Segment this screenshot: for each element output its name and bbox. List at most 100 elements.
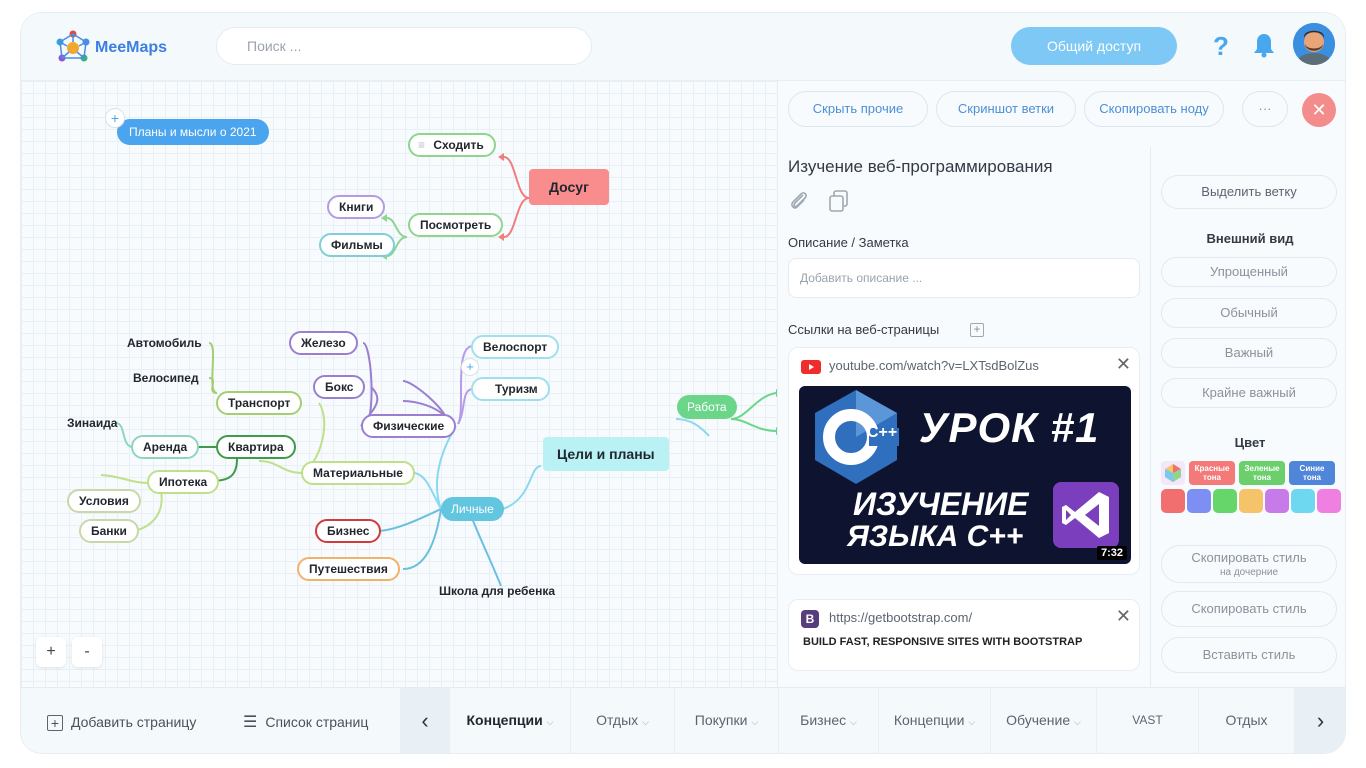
tab-rest-2[interactable]: Отдых bbox=[1198, 688, 1294, 753]
preset-green-l1: Зеленые bbox=[1244, 464, 1280, 473]
swatch-indigo[interactable] bbox=[1187, 489, 1211, 513]
search-input[interactable]: Поиск ... bbox=[216, 27, 592, 65]
preset-red[interactable]: Красные тона bbox=[1189, 461, 1235, 485]
remove-link-icon[interactable]: ✕ bbox=[1116, 606, 1131, 627]
avatar[interactable] bbox=[1293, 23, 1335, 65]
tab-purchases[interactable]: Покупки ⌵ bbox=[674, 688, 778, 753]
tab-education[interactable]: Обучение ⌵ bbox=[990, 688, 1096, 753]
node-rent[interactable]: Аренда bbox=[131, 435, 200, 459]
node-cycling[interactable]: Велоспорт bbox=[471, 335, 560, 359]
link-url-bootstrap[interactable]: https://getbootstrap.com/ bbox=[829, 610, 972, 625]
tab-concepts-2[interactable]: Концепции ⌵ bbox=[878, 688, 990, 753]
swatch-purple[interactable] bbox=[1265, 489, 1289, 513]
node-center[interactable]: Цели и планы bbox=[543, 437, 669, 471]
copy-style-children-button[interactable]: Скопировать стиль на дочерние bbox=[1161, 545, 1337, 583]
link-caption: BUILD FAST, RESPONSIVE SITES WITH BOOTST… bbox=[803, 636, 1083, 648]
palette-icon[interactable] bbox=[1161, 461, 1185, 485]
node-go-out-label: Сходить bbox=[433, 138, 484, 152]
brand-name: MeeMaps bbox=[95, 39, 168, 56]
select-branch-button[interactable]: Выделить ветку bbox=[1161, 175, 1337, 209]
node-zinaida[interactable]: Зинаида bbox=[67, 416, 117, 430]
node-personal[interactable]: Личные bbox=[441, 497, 504, 521]
node-material[interactable]: Материальные bbox=[301, 461, 415, 485]
copy-node-button[interactable]: Скопировать ноду bbox=[1084, 91, 1224, 127]
hide-others-button[interactable]: Скрыть прочие bbox=[788, 91, 928, 127]
copy-style-children-sub: на дочерние bbox=[1219, 567, 1279, 578]
node-books[interactable]: Книги bbox=[327, 195, 386, 219]
node-watch[interactable]: Посмотреть bbox=[408, 213, 504, 237]
style-simplified[interactable]: Упрощенный bbox=[1161, 257, 1337, 287]
tabs-next-button[interactable]: › bbox=[1294, 688, 1345, 753]
node-go-out[interactable]: ≡ Сходить bbox=[408, 133, 496, 157]
copy-style-button[interactable]: Скопировать стиль bbox=[1161, 591, 1337, 627]
node-travel[interactable]: Путешествия bbox=[297, 557, 400, 581]
node-iron[interactable]: Железо bbox=[289, 331, 358, 355]
preset-red-l1: Красные bbox=[1194, 464, 1230, 473]
node-banks[interactable]: Банки bbox=[79, 519, 139, 543]
add-child-button[interactable]: + bbox=[461, 358, 479, 376]
add-page-button[interactable]: + Добавить страницу bbox=[47, 688, 217, 753]
swatch-red[interactable] bbox=[1161, 489, 1185, 513]
chevron-down-icon: ⌵ bbox=[1074, 717, 1081, 727]
node-leisure[interactable]: Досуг bbox=[529, 169, 609, 205]
chevron-down-icon: ⌵ bbox=[850, 717, 857, 727]
swatch-pink[interactable] bbox=[1317, 489, 1341, 513]
add-link-icon[interactable]: + bbox=[970, 323, 984, 337]
node-transport[interactable]: Транспорт bbox=[216, 391, 303, 415]
page-list-button[interactable]: ☰ Список страниц bbox=[243, 688, 403, 753]
node-title[interactable]: Изучение веб-программирования bbox=[788, 157, 1053, 177]
color-presets: Красные тона Зеленые тона Синие тона bbox=[1161, 461, 1341, 485]
tab-vast[interactable]: VAST bbox=[1096, 688, 1198, 753]
node-physical[interactable]: Физические bbox=[361, 414, 457, 438]
bell-icon[interactable] bbox=[1253, 32, 1275, 58]
node-school[interactable]: Школа для ребенка bbox=[439, 584, 555, 598]
help-icon[interactable]: ? bbox=[1213, 31, 1229, 62]
node-business[interactable]: Бизнес bbox=[315, 519, 382, 543]
link-card-bootstrap[interactable]: B https://getbootstrap.com/ ✕ BUILD FAST… bbox=[788, 599, 1140, 671]
node-bicycle[interactable]: Велосипед bbox=[133, 371, 199, 385]
tabs-prev-button[interactable]: ‹ bbox=[400, 688, 450, 753]
close-panel-button[interactable]: ✕ bbox=[1302, 93, 1336, 127]
app-window: MeeMaps Поиск ... Общий доступ ? Планы и… bbox=[20, 12, 1346, 754]
link-card-youtube[interactable]: youtube.com/watch?v=LXTsdBolZus ✕ C++ УР… bbox=[788, 347, 1140, 575]
thumb-title: УРОК #1 bbox=[919, 404, 1100, 451]
root-tag-node[interactable]: Планы и мысли о 2021 bbox=[117, 119, 269, 145]
node-mortgage[interactable]: Ипотека bbox=[147, 470, 220, 494]
share-button[interactable]: Общий доступ bbox=[1011, 27, 1177, 65]
more-options-button[interactable]: ··· bbox=[1242, 91, 1288, 127]
node-apartment[interactable]: Квартира bbox=[216, 435, 296, 459]
paste-style-button[interactable]: Вставить стиль bbox=[1161, 637, 1337, 673]
preset-blue[interactable]: Синие тона bbox=[1289, 461, 1335, 485]
style-important[interactable]: Важный bbox=[1161, 338, 1337, 368]
zoom-in-button[interactable]: + bbox=[36, 637, 66, 667]
thumb-sub1: ИЗУЧЕНИЕ bbox=[853, 486, 1029, 522]
link-url[interactable]: youtube.com/watch?v=LXTsdBolZus bbox=[829, 358, 1039, 373]
screenshot-branch-button[interactable]: Скриншот ветки bbox=[936, 91, 1076, 127]
mind-map-canvas[interactable]: Планы и мысли о 2021 + Досуг ≡ Сходить П… bbox=[21, 81, 777, 687]
node-conditions[interactable]: Условия bbox=[67, 489, 141, 513]
page-tabs-bar: + Добавить страницу ☰ Список страниц ‹ Кон… bbox=[21, 687, 1345, 753]
node-boxing[interactable]: Бокс bbox=[313, 375, 366, 399]
attach-icon[interactable] bbox=[788, 189, 810, 213]
copy-icon[interactable] bbox=[828, 189, 850, 213]
add-node-button[interactable]: + bbox=[105, 108, 125, 128]
style-critical[interactable]: Крайне важный bbox=[1161, 378, 1337, 408]
tab-business[interactable]: Бизнес ⌵ bbox=[778, 688, 878, 753]
style-normal[interactable]: Обычный bbox=[1161, 298, 1337, 328]
node-car[interactable]: Автомобиль bbox=[127, 336, 202, 350]
tab-rest[interactable]: Отдых ⌵ bbox=[570, 688, 674, 753]
video-thumbnail[interactable]: C++ УРОК #1 ИЗУЧЕНИЕ ЯЗЫКА С++ 7:32 bbox=[799, 386, 1131, 564]
node-tourism[interactable]: Туризм bbox=[471, 377, 550, 401]
node-work[interactable]: Работа bbox=[677, 395, 737, 419]
swatch-yellow[interactable] bbox=[1239, 489, 1263, 513]
chevron-down-icon: ⌵ bbox=[642, 717, 649, 727]
preset-green[interactable]: Зеленые тона bbox=[1239, 461, 1285, 485]
tab-concepts[interactable]: Концепции ⌵ bbox=[450, 688, 570, 753]
zoom-out-button[interactable]: - bbox=[72, 637, 102, 667]
remove-link-icon[interactable]: ✕ bbox=[1116, 354, 1131, 375]
node-films[interactable]: Фильмы bbox=[319, 233, 395, 257]
swatch-green[interactable] bbox=[1213, 489, 1237, 513]
logo[interactable]: MeeMaps bbox=[55, 30, 167, 66]
swatch-cyan[interactable] bbox=[1291, 489, 1315, 513]
description-input[interactable]: Добавить описание ... bbox=[788, 258, 1140, 298]
